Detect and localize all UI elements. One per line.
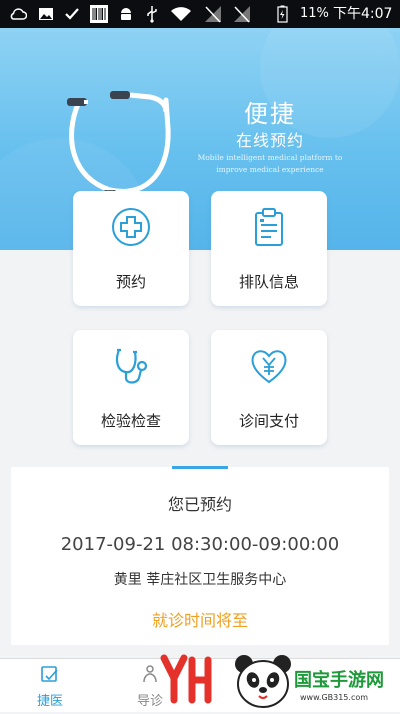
image-icon bbox=[36, 4, 56, 24]
tab-label: 捷医 bbox=[36, 694, 63, 709]
barcode-icon bbox=[89, 4, 109, 24]
appointment-location: 黄里 莘庄社区卫生服务中心 bbox=[113, 572, 287, 588]
battery-charging-icon bbox=[276, 4, 288, 24]
guide-icon bbox=[143, 665, 157, 683]
site-watermark: 国宝手游网 www.GB315.com bbox=[292, 662, 396, 706]
tile-appointment[interactable]: 预约 bbox=[73, 191, 189, 306]
no-signal-icon bbox=[203, 4, 223, 24]
status-bar: 11% 下午4:07 bbox=[0, 0, 400, 28]
battery-percent: 11% bbox=[300, 6, 329, 21]
tile-clinic-payment[interactable]: 诊间支付 bbox=[211, 330, 327, 445]
card-page-indicator bbox=[172, 466, 228, 469]
tab-jieyi[interactable]: 捷医 bbox=[10, 659, 90, 712]
android-icon bbox=[116, 4, 136, 24]
appointment-title: 您已预约 bbox=[167, 495, 232, 514]
tile-label: 预约 bbox=[115, 273, 146, 291]
panda-watermark-icon bbox=[232, 652, 294, 710]
cloud-icon bbox=[8, 4, 28, 24]
yh-watermark-logo bbox=[160, 652, 214, 706]
tile-queue-info[interactable]: 排队信息 bbox=[211, 191, 327, 306]
tile-label: 排队信息 bbox=[238, 273, 299, 291]
heart-yuan-icon bbox=[251, 350, 287, 384]
tile-label: 检验检查 bbox=[100, 412, 161, 430]
hero-tagline: Mobile intelligent medical platform to i… bbox=[197, 153, 343, 174]
home-doc-icon bbox=[41, 666, 58, 682]
appointment-datetime: 2017-09-21 08:30:00-09:00:00 bbox=[60, 534, 340, 555]
stethoscope-icon bbox=[115, 348, 148, 384]
svg-text:www.GB315.com: www.GB315.com bbox=[300, 693, 368, 702]
no-signal-icon bbox=[232, 4, 252, 24]
usb-icon bbox=[142, 4, 162, 24]
appointment-card[interactable]: 您已预约 2017-09-21 08:30:00-09:00:00 黄里 莘庄社… bbox=[11, 467, 389, 645]
wifi-icon bbox=[170, 4, 192, 24]
medical-cross-icon bbox=[112, 208, 150, 246]
tile-label: 诊间支付 bbox=[238, 412, 299, 430]
hero-subtitle: 在线预约 bbox=[235, 131, 304, 150]
hero-title: 便捷 bbox=[244, 100, 296, 128]
tile-lab-tests[interactable]: 检验检查 bbox=[73, 330, 189, 445]
stethoscope-illustration bbox=[0, 28, 400, 250]
svg-text:国宝手游网: 国宝手游网 bbox=[294, 669, 384, 691]
check-icon bbox=[62, 4, 82, 24]
appointment-status: 就诊时间将至 bbox=[151, 611, 248, 630]
clipboard-icon bbox=[255, 208, 283, 246]
clock: 下午4:07 bbox=[333, 6, 393, 22]
hero-banner: 便捷 在线预约 Mobile intelligent medical platf… bbox=[0, 28, 400, 250]
